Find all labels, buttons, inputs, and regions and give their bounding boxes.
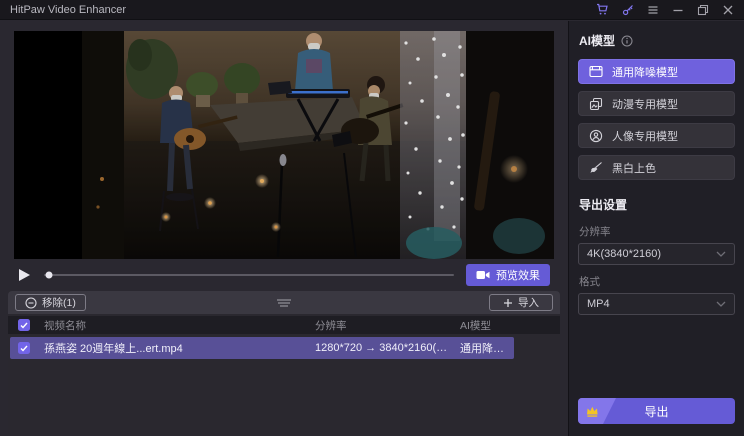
sidebar: AI模型 通用降噪模型 动漫专用模型 人像专用模型 [568,21,744,436]
remove-button[interactable]: 移除(1) [15,294,86,311]
minimize-icon[interactable] [672,4,684,16]
portrait-icon [589,129,603,143]
file-panel-toolbar: 移除(1) 导入 [8,291,560,314]
chevron-down-icon [716,251,726,257]
video-camera-icon [476,269,490,281]
import-button[interactable]: 导入 [489,294,553,311]
preview-effect-button[interactable]: 预览效果 [466,264,550,286]
resolution-label: 分辨率 [579,224,734,239]
menu-icon[interactable] [647,4,659,16]
column-resolution: 分辨率 [315,318,460,333]
model-button-portrait[interactable]: 人像专用模型 [578,123,735,148]
player-controls: 预览效果 [14,259,554,291]
plus-icon [503,298,513,308]
file-model: 通用降噪模型 [460,340,514,356]
resolution-value: 4K(3840*2160) [587,248,661,260]
model-label: 动漫专用模型 [612,96,678,112]
cart-icon[interactable] [596,3,609,16]
close-icon[interactable] [722,4,734,16]
app-title: HitPaw Video Enhancer [10,4,126,16]
premium-badge [578,398,618,424]
file-row[interactable]: 孫燕姿 20週年線上...ert.mp4 1280*720 → 3840*216… [10,337,514,359]
images-icon [589,97,603,111]
restore-icon[interactable] [697,4,709,16]
column-video-name: 视频名称 [44,318,315,333]
import-button-label: 导入 [518,295,539,310]
chevron-down-icon [716,301,726,307]
slider-handle[interactable] [45,272,52,279]
model-label: 黑白上色 [612,160,656,176]
play-icon[interactable] [18,268,32,282]
preview-effect-label: 预览效果 [496,267,540,283]
format-select[interactable]: MP4 [578,293,735,315]
info-icon[interactable] [621,35,633,47]
model-button-anime[interactable]: 动漫专用模型 [578,91,735,116]
export-button[interactable]: 导出 [578,398,735,424]
model-label: 人像专用模型 [612,128,678,144]
remove-button-label: 移除(1) [42,295,76,310]
titlebar: HitPaw Video Enhancer [0,0,744,20]
hitpaw-video-enhancer-window: { "titlebar": { "title": "HitPaw Video E… [0,0,744,436]
select-all-checkbox[interactable] [18,319,30,331]
ai-model-title: AI模型 [579,32,615,49]
frame-icon [589,65,603,78]
video-preview [14,31,554,259]
column-ai-model: AI模型 [460,318,560,333]
row-checkbox[interactable] [18,342,30,354]
export-button-label: 导出 [644,403,668,420]
model-button-general-denoise[interactable]: 通用降噪模型 [578,59,735,84]
progress-slider[interactable] [44,274,454,276]
collapse-handle-icon[interactable] [276,298,292,307]
file-table-header: 视频名称 分辨率 AI模型 [8,316,560,334]
file-name: 孫燕姿 20週年線上...ert.mp4 [44,340,315,356]
model-button-colorize[interactable]: 黑白上色 [578,155,735,180]
main-area: 预览效果 移除(1) [0,21,568,436]
remove-circle-icon [25,297,37,309]
file-panel: 移除(1) 导入 视频名称 分 [8,291,560,435]
export-settings-title: 导出设置 [579,196,734,213]
ai-model-header: AI模型 [579,32,734,49]
brush-icon [589,161,603,175]
video-frame-art [14,31,554,259]
format-value: MP4 [587,298,610,310]
file-resolution: 1280*720 → 3840*2160(300%) [315,342,460,354]
model-label: 通用降噪模型 [612,64,678,80]
format-label: 格式 [579,274,734,289]
key-icon[interactable] [622,4,634,16]
crown-icon [585,405,600,418]
app-body: 预览效果 移除(1) [0,21,744,436]
resolution-select[interactable]: 4K(3840*2160) [578,243,735,265]
window-controls [596,3,734,16]
